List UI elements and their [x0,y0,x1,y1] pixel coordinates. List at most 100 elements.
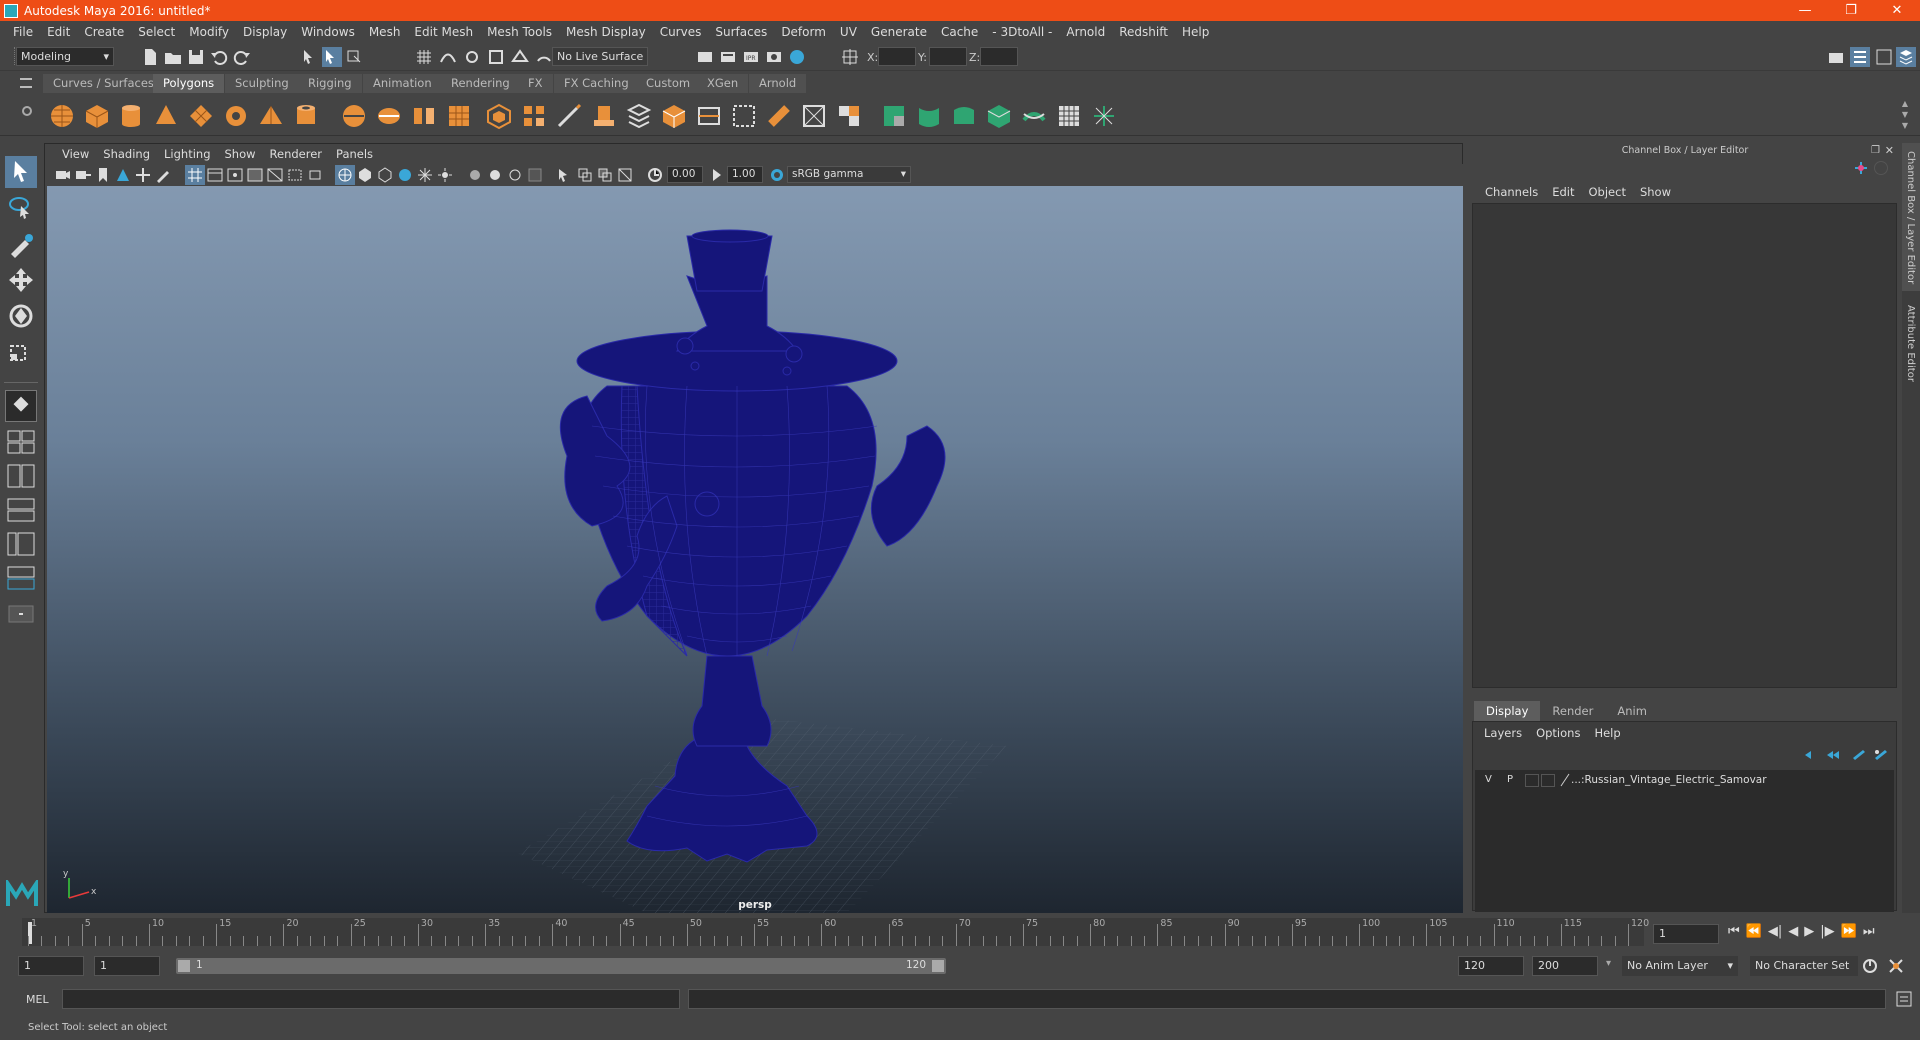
viewport-menu-view[interactable]: View [55,147,96,161]
modeling-toolkit-icon[interactable] [1826,47,1846,67]
safe-action-icon[interactable] [285,165,305,185]
isolate-select-icon[interactable] [553,165,573,185]
default-material-icon[interactable] [375,165,395,185]
menu-mesh-display[interactable]: Mesh Display [559,25,653,39]
chevron-down-icon[interactable]: ▾ [1606,958,1611,969]
tab-animation[interactable]: Animation [363,74,442,93]
menu-arnold[interactable]: Arnold [1059,25,1112,39]
start-time-field[interactable]: 1 [18,956,84,976]
move-tool-icon[interactable] [5,264,37,296]
character-set-dropdown[interactable]: No Character Set [1750,956,1858,976]
smooth-shade-icon[interactable] [355,165,375,185]
combine-icon[interactable] [340,102,368,130]
tab-custom[interactable]: Custom [636,74,701,93]
side-tab-channel-box[interactable]: Channel Box / Layer Editor [1902,143,1920,291]
menu-mesh-tools[interactable]: Mesh Tools [480,25,559,39]
layer-visibility-toggle[interactable]: V [1485,774,1492,785]
collapse-icon[interactable] [835,102,863,130]
bookmark-icon[interactable] [93,165,113,185]
layer-display-type-toggle[interactable] [1525,774,1539,787]
save-scene-icon[interactable] [186,47,206,67]
rotate-tool-icon[interactable] [5,300,37,332]
smooth-icon[interactable] [445,102,473,130]
menu-select[interactable]: Select [131,25,182,39]
step-back-key-icon[interactable]: ⏪ [1746,924,1762,939]
layer-menu-layers[interactable]: Layers [1477,726,1529,740]
channel-box-toggle-icon[interactable] [1896,47,1916,67]
layer-color-swatch[interactable] [1541,774,1555,787]
undo-icon[interactable] [209,47,229,67]
viewport-menu-renderer[interactable]: Renderer [263,147,330,161]
exposure-icon[interactable] [645,165,665,185]
graph-persp-layout-icon[interactable] [5,564,37,592]
move-layer-up-icon[interactable] [1803,748,1819,762]
snap-grid-icon[interactable] [414,47,434,67]
menu-redshift[interactable]: Redshift [1112,25,1175,39]
grid-toggle-icon[interactable] [185,165,205,185]
uv-layout-icon[interactable] [1055,102,1083,130]
open-scene-icon[interactable] [163,47,183,67]
playback-end-field[interactable]: 120 [1458,956,1524,976]
single-perspective-view-icon[interactable] [5,390,37,422]
channel-box-setting-icon[interactable] [1874,161,1888,175]
tab-display[interactable]: Display [1474,701,1541,721]
x-field[interactable] [878,47,916,66]
menu-edit[interactable]: Edit [40,25,77,39]
menu-surfaces[interactable]: Surfaces [708,25,774,39]
append-polygon-icon[interactable] [625,102,653,130]
anim-layer-dropdown[interactable]: No Anim Layer ▾ [1622,956,1738,976]
play-forward-icon[interactable]: ▶ [1804,924,1814,939]
merge-icon[interactable] [765,102,793,130]
menu-mesh[interactable]: Mesh [362,25,408,39]
select-tool-icon[interactable] [5,156,37,188]
snap-projected-icon[interactable] [486,47,506,67]
offset-edge-loop-icon[interactable] [730,102,758,130]
menu-help[interactable]: Help [1175,25,1216,39]
insert-edge-loop-icon[interactable] [695,102,723,130]
layer-menu-options[interactable]: Options [1529,726,1587,740]
four-view-layout-icon[interactable] [5,428,37,456]
tool-settings-toggle-icon[interactable] [1874,47,1894,67]
tab-render[interactable]: Render [1540,701,1605,721]
camera-attributes-icon[interactable] [73,165,93,185]
field-chart-icon[interactable] [265,165,285,185]
depth-of-field-icon[interactable] [525,165,545,185]
poly-sphere-icon[interactable] [48,102,76,130]
menu-uv[interactable]: UV [833,25,864,39]
playback-start-field[interactable]: 1 [94,956,160,976]
new-layer-selected-icon[interactable] [1873,748,1889,762]
y-field[interactable] [929,47,967,66]
ipr-render-icon[interactable]: IPR [741,47,761,67]
anti-aliasing-icon[interactable] [505,165,525,185]
bevel-icon[interactable] [485,102,513,130]
viewport-menu-lighting[interactable]: Lighting [157,147,217,161]
tab-rigging[interactable]: Rigging [298,74,362,93]
live-surface-field[interactable]: No Live Surface [552,47,648,66]
uv-planar-icon[interactable] [880,102,908,130]
uv-automatic-icon[interactable] [985,102,1013,130]
tab-arnold[interactable]: Arnold [749,74,807,93]
screen-space-ao-icon[interactable] [465,165,485,185]
channel-box-lock-icon[interactable] [1854,161,1868,175]
cb-menu-object[interactable]: Object [1582,185,1633,199]
range-start-handle[interactable] [178,960,190,972]
outliner-persp-layout-icon[interactable] [5,530,37,558]
scale-tool-icon[interactable] [5,336,37,368]
new-empty-layer-icon[interactable] [1851,748,1867,762]
snap-surface-icon[interactable] [510,47,530,67]
grease-pencil-icon[interactable] [153,165,173,185]
select-by-hierarchy-icon[interactable] [300,47,320,67]
layer-name[interactable]: ...:Russian_Vintage_Electric_Samovar [1571,774,1767,786]
z-field[interactable] [980,47,1018,66]
layer-menu-help[interactable]: Help [1587,726,1627,740]
poly-pipe-icon[interactable] [292,102,320,130]
snap-point-icon[interactable] [462,47,482,67]
close-icon[interactable]: ✕ [1874,0,1920,21]
transform-mode-icon[interactable] [840,47,860,67]
render-sequence-icon[interactable] [718,47,738,67]
menu-curves[interactable]: Curves [653,25,709,39]
shelf-menu-icon[interactable] [20,78,32,88]
fill-hole-icon[interactable] [660,102,688,130]
step-forward-frame-icon[interactable]: |▶ [1820,924,1834,939]
redo-icon[interactable] [232,47,252,67]
